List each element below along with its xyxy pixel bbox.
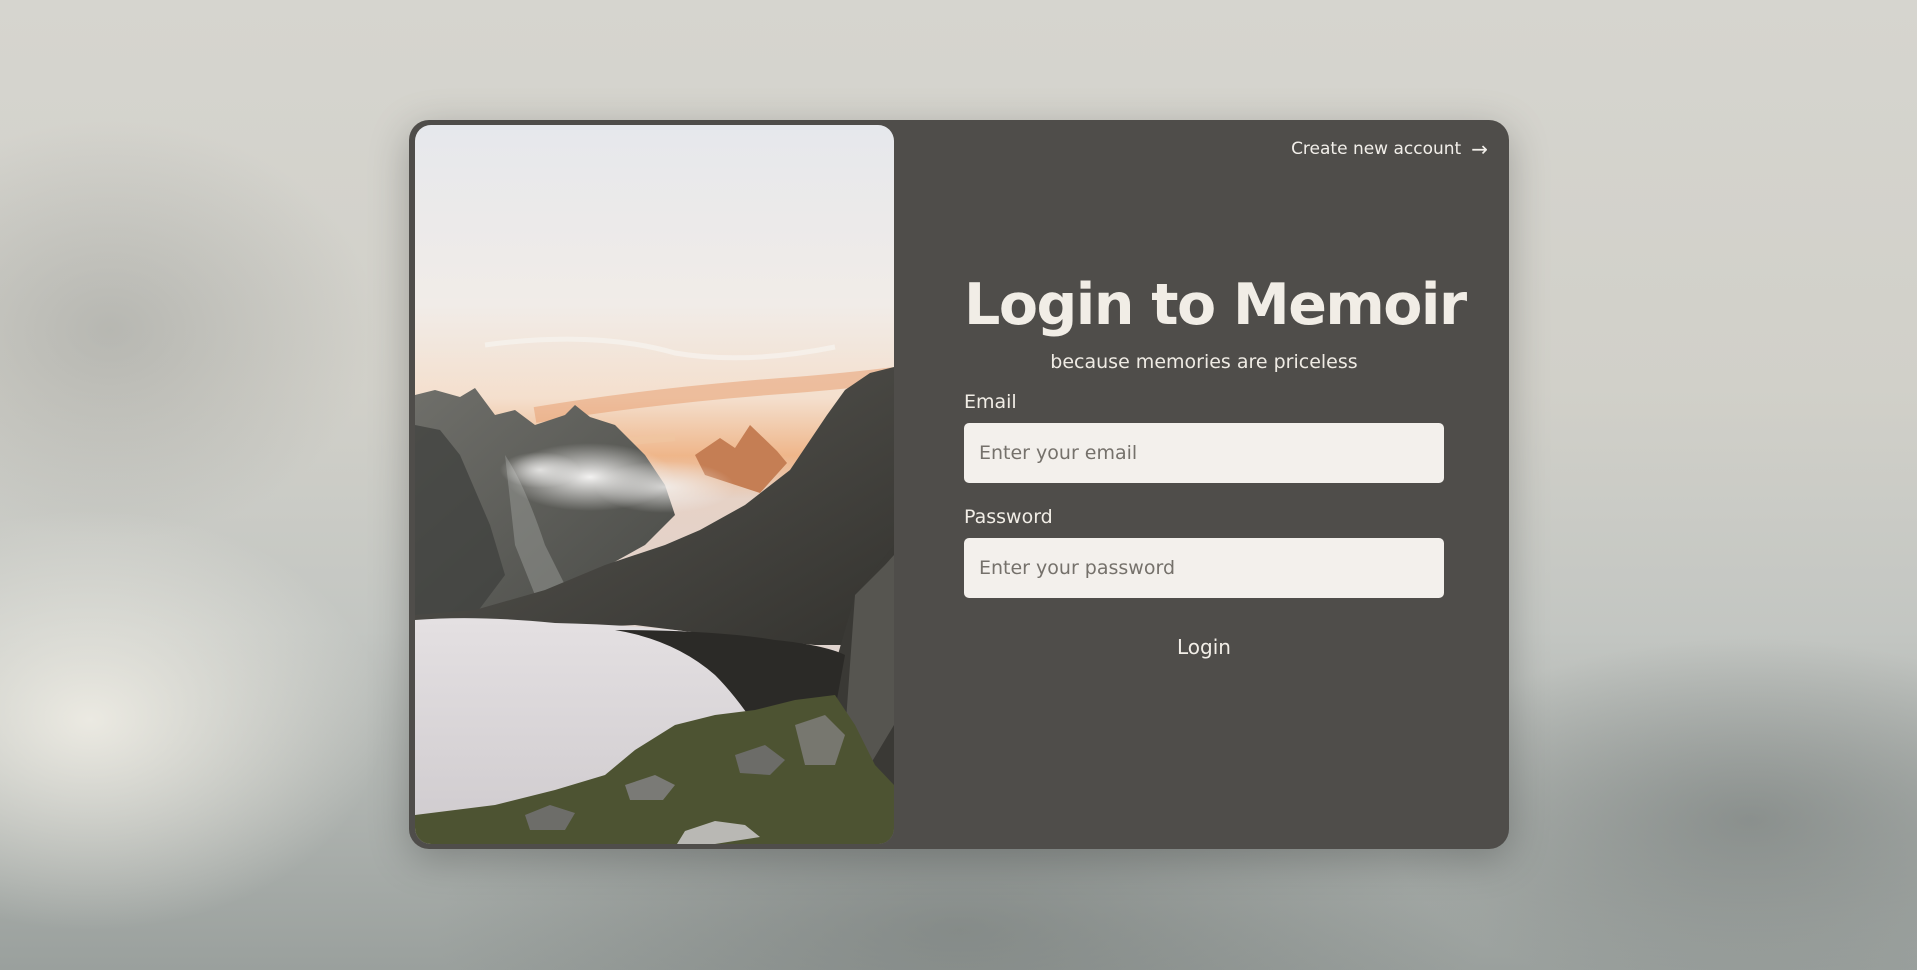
login-card: Create new account → Login to Memoir bec… — [409, 120, 1509, 849]
page-title: Login to Memoir — [964, 272, 1467, 338]
create-account-link[interactable]: Create new account → — [1291, 139, 1488, 159]
page-subtitle: because memories are priceless — [1050, 351, 1358, 373]
password-input[interactable] — [964, 538, 1444, 598]
mountain-landscape-image — [415, 125, 894, 844]
hero-photo — [415, 125, 894, 844]
create-account-label: Create new account — [1291, 139, 1462, 159]
arrow-right-icon: → — [1471, 137, 1488, 161]
email-label: Email — [964, 391, 1017, 413]
password-label: Password — [964, 506, 1053, 528]
login-form: Login to Memoir because memories are pri… — [964, 270, 1467, 663]
email-input[interactable] — [964, 423, 1444, 483]
login-button[interactable]: Login — [1163, 631, 1245, 663]
